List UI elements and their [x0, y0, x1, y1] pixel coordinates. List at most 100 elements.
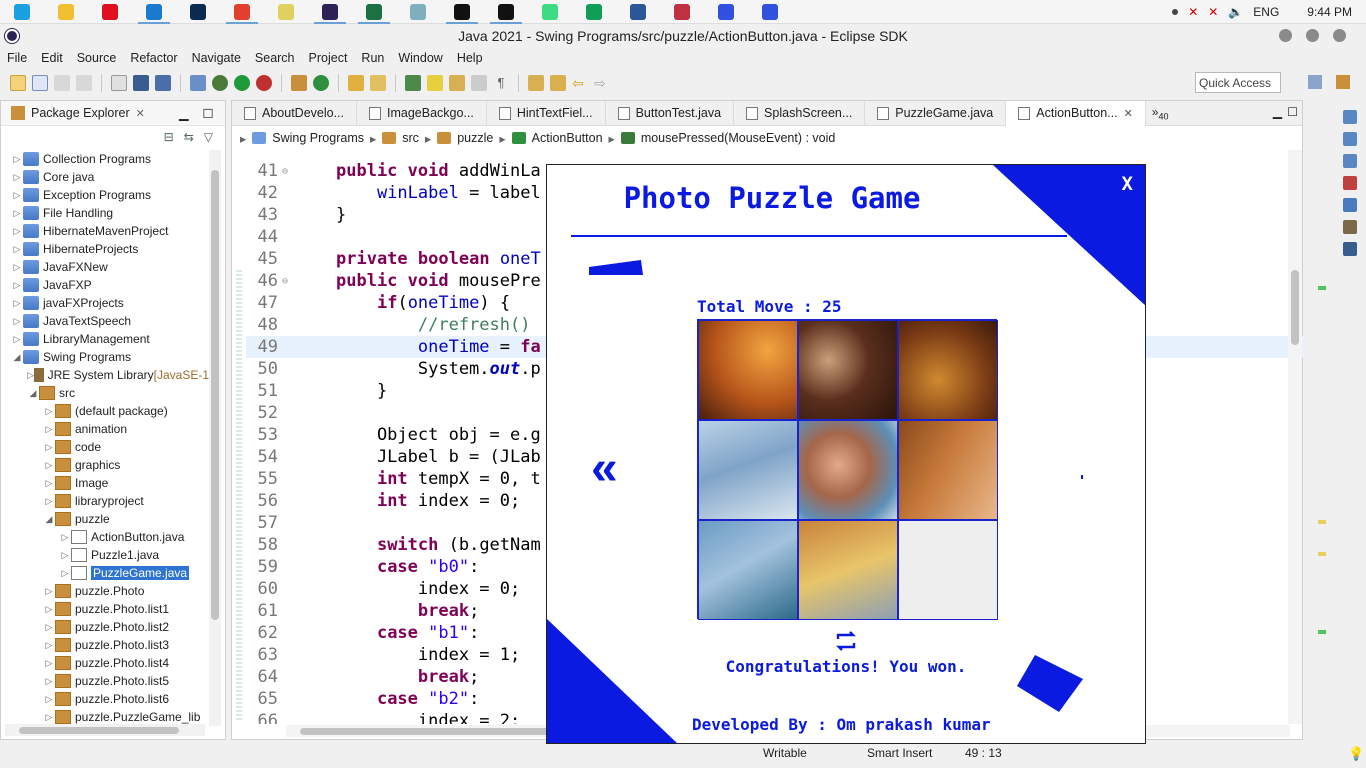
expand-toggle-icon[interactable]: ▷: [11, 190, 23, 201]
tree-item[interactable]: ▷ libraryproject: [1, 492, 209, 510]
expand-toggle-icon[interactable]: ▷: [11, 172, 23, 183]
task-list-icon[interactable]: [1343, 154, 1357, 168]
puzzle-tile[interactable]: [698, 420, 798, 520]
tree-item[interactable]: ▷ puzzle.Photo.list3: [1, 636, 209, 654]
maximize-button[interactable]: [1306, 29, 1319, 42]
restore-icon[interactable]: [1343, 110, 1357, 124]
declaration-icon[interactable]: [1343, 220, 1357, 234]
breadcrumb-item[interactable]: ActionButton: [532, 131, 603, 145]
console-view-icon[interactable]: [1343, 242, 1357, 256]
open-type-icon[interactable]: [348, 75, 364, 91]
puzzle-tile[interactable]: [798, 320, 898, 420]
pilcrow-icon[interactable]: ¶: [493, 75, 509, 91]
tree-item[interactable]: ▷ Collection Programs: [1, 150, 209, 168]
menu-refactor[interactable]: Refactor: [130, 51, 177, 65]
expand-toggle-icon[interactable]: ▷: [43, 586, 55, 597]
tree-item[interactable]: ▷ Image: [1, 474, 209, 492]
expand-toggle-icon[interactable]: ▷: [43, 640, 55, 651]
tree-item[interactable]: ▷ HibernateMavenProject: [1, 222, 209, 240]
breadcrumb-separator-icon[interactable]: ▸: [240, 131, 246, 146]
problems-icon[interactable]: [1343, 176, 1357, 190]
toggle-mark-icon[interactable]: [405, 75, 421, 91]
skip-breakpoints-icon[interactable]: [190, 75, 206, 91]
puzzle-tile[interactable]: [698, 320, 798, 420]
wifi-status-icon[interactable]: ✕: [1208, 5, 1218, 19]
breadcrumb-item[interactable]: mousePressed(MouseEvent) : void: [641, 131, 836, 145]
back-icon[interactable]: ⇦: [572, 75, 588, 91]
editor-minimize-icon[interactable]: ▁: [1273, 105, 1282, 119]
network-status-icon[interactable]: ✕: [1188, 5, 1198, 19]
tree-item[interactable]: ▷ puzzle.Photo: [1, 582, 209, 600]
expand-toggle-icon[interactable]: ◢: [43, 514, 55, 525]
editor-tab[interactable]: SplashScreen...: [734, 100, 866, 126]
language-indicator[interactable]: ENG: [1253, 5, 1279, 19]
taskbar-app[interactable]: [660, 0, 704, 24]
forward-icon[interactable]: ⇨: [594, 75, 610, 91]
clock[interactable]: 9:44 PM: [1307, 5, 1352, 19]
tree-item[interactable]: ▷ PuzzleGame.java: [1, 564, 209, 582]
taskbar-app[interactable]: [264, 0, 308, 24]
refresh-icon[interactable]: [833, 629, 859, 653]
editor-maximize-icon[interactable]: ☐: [1287, 105, 1298, 119]
tree-item[interactable]: ▷ puzzle.Photo.list6: [1, 690, 209, 708]
tree-item[interactable]: ◢ Swing Programs: [1, 348, 209, 366]
menu-search[interactable]: Search: [255, 51, 295, 65]
view-menu-icon[interactable]: ▽: [204, 130, 213, 144]
menu-window[interactable]: Window: [398, 51, 442, 65]
expand-toggle-icon[interactable]: ▷: [11, 262, 23, 273]
print-icon[interactable]: [111, 75, 127, 91]
taskbar-app[interactable]: [88, 0, 132, 24]
breadcrumb-item[interactable]: Swing Programs: [272, 131, 364, 145]
puzzle-tile[interactable]: [798, 520, 898, 620]
minimize-view-icon[interactable]: ▁: [179, 106, 189, 121]
save-icon[interactable]: [54, 75, 70, 91]
taskbar-app[interactable]: [132, 0, 176, 24]
maximize-view-icon[interactable]: ☐: [203, 106, 214, 121]
whitespace-icon[interactable]: [471, 75, 487, 91]
tree-item[interactable]: ▷ JavaFXNew: [1, 258, 209, 276]
expand-toggle-icon[interactable]: ▷: [11, 316, 23, 327]
run-external-icon[interactable]: [256, 75, 272, 91]
puzzle-tile[interactable]: [798, 420, 898, 520]
tree-item[interactable]: ▷ animation: [1, 420, 209, 438]
tasks-icon[interactable]: [155, 75, 171, 91]
run-icon[interactable]: [234, 75, 250, 91]
taskbar-app[interactable]: [572, 0, 616, 24]
breadcrumb-separator-icon[interactable]: ▸: [609, 131, 615, 146]
collapse-all-icon[interactable]: ⊟: [164, 130, 174, 144]
expand-toggle-icon[interactable]: ◢: [11, 352, 23, 363]
editor-tab[interactable]: ActionButton... ✕: [1006, 100, 1146, 126]
expand-toggle-icon[interactable]: ◢: [27, 388, 39, 399]
expand-toggle-icon[interactable]: ▷: [11, 226, 23, 237]
save-all-icon[interactable]: [76, 75, 92, 91]
editor-tab[interactable]: ImageBackgo...: [357, 100, 487, 126]
menu-navigate[interactable]: Navigate: [192, 51, 241, 65]
package-explorer-tab[interactable]: Package Explorer ✕ ▁ ☐: [1, 101, 225, 126]
fold-toggle-icon[interactable]: ⊖: [282, 276, 292, 287]
tree-item[interactable]: ▷ puzzle.Photo.list4: [1, 654, 209, 672]
quick-access-field[interactable]: Quick Access: [1195, 72, 1281, 93]
menu-help[interactable]: Help: [457, 51, 483, 65]
tree-item[interactable]: ▷ puzzle.Photo.list2: [1, 618, 209, 636]
javadoc-icon[interactable]: [1343, 198, 1357, 212]
tree-item[interactable]: ▷ JavaTextSpeech: [1, 312, 209, 330]
close-tab-icon[interactable]: ✕: [1124, 107, 1133, 120]
puzzle-empty-tile[interactable]: [898, 520, 998, 620]
expand-toggle-icon[interactable]: ▷: [11, 154, 23, 165]
expand-toggle-icon[interactable]: ▷: [11, 334, 23, 345]
fold-toggle-icon[interactable]: ⊖: [282, 166, 292, 177]
java-perspective-icon[interactable]: [1336, 75, 1350, 89]
expand-toggle-icon[interactable]: ▷: [43, 694, 55, 705]
menu-run[interactable]: Run: [361, 51, 384, 65]
expand-toggle-icon[interactable]: ▷: [43, 658, 55, 669]
expand-toggle-icon[interactable]: ▷: [59, 568, 71, 579]
tree-item[interactable]: ▷ LibraryManagement: [1, 330, 209, 348]
tree-item[interactable]: ◢ puzzle: [1, 510, 209, 528]
breadcrumb-separator-icon[interactable]: ▸: [499, 131, 505, 146]
expand-toggle-icon[interactable]: ▷: [43, 622, 55, 633]
taskbar-app[interactable]: [616, 0, 660, 24]
breadcrumb-item[interactable]: src: [402, 131, 419, 145]
taskbar-app[interactable]: [352, 0, 396, 24]
link-editor-icon[interactable]: ⇆: [184, 130, 194, 144]
taskbar-app[interactable]: [0, 0, 44, 24]
